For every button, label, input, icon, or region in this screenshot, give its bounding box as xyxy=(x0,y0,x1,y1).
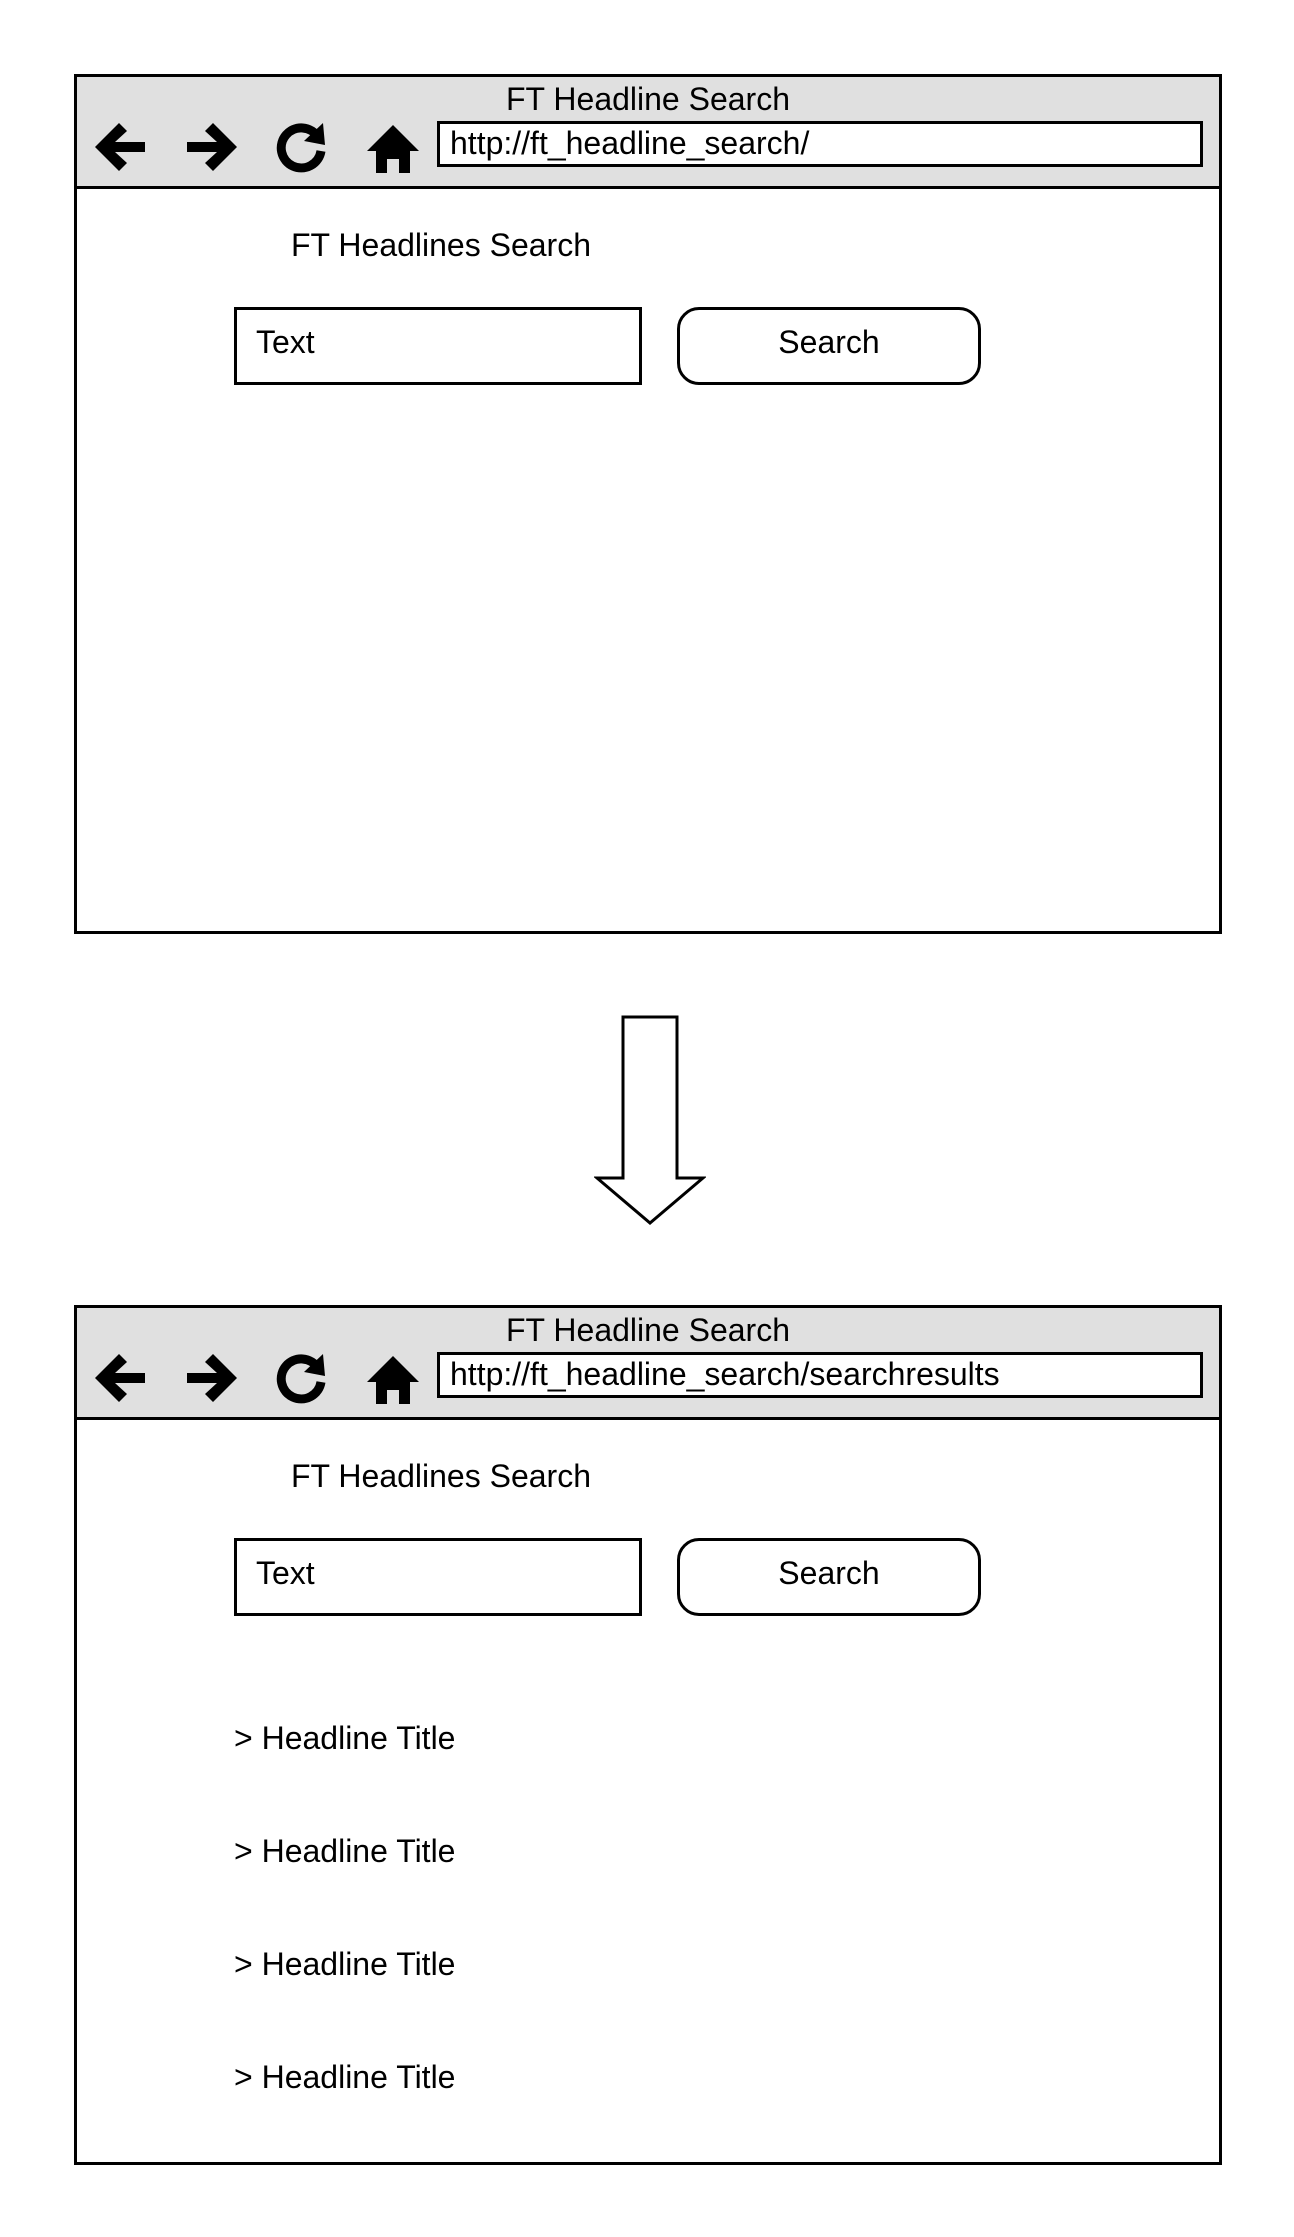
search-input[interactable]: Text xyxy=(234,1538,642,1616)
reload-icon[interactable] xyxy=(271,117,331,177)
search-input[interactable]: Text xyxy=(234,307,642,385)
url-bar[interactable]: http://ft_headline_search/ xyxy=(437,121,1203,167)
result-headline-link[interactable]: > Headline Title xyxy=(234,1831,455,1944)
result-headline-link[interactable]: > Headline Title xyxy=(234,1718,455,1831)
url-bar[interactable]: http://ft_headline_search/searchresults xyxy=(437,1352,1203,1398)
window-title: FT Headline Search xyxy=(506,81,790,117)
browser-window-initial: FT Headline Search http://ft_headline_se… xyxy=(74,74,1222,934)
result-headline-link[interactable]: > Headline Title xyxy=(234,1944,455,2057)
page-title: FT Headlines Search xyxy=(291,227,591,263)
flow-down-arrow xyxy=(594,1015,706,1225)
results-list: > Headline Title > Headline Title > Head… xyxy=(234,1718,455,2170)
page-title: FT Headlines Search xyxy=(291,1458,591,1494)
home-icon[interactable] xyxy=(363,117,423,177)
result-headline-link[interactable]: > Headline Title xyxy=(234,2057,455,2170)
browser-window-results: FT Headline Search http://ft_headline_se… xyxy=(74,1305,1222,2165)
forward-arrow-icon[interactable] xyxy=(183,1348,243,1408)
home-icon[interactable] xyxy=(363,1348,423,1408)
window-title: FT Headline Search xyxy=(506,1312,790,1348)
browser-toolbar: FT Headline Search http://ft_headline_se… xyxy=(77,1308,1219,1420)
browser-toolbar: FT Headline Search http://ft_headline_se… xyxy=(77,77,1219,189)
search-button[interactable]: Search xyxy=(677,307,981,385)
reload-icon[interactable] xyxy=(271,1348,331,1408)
search-button[interactable]: Search xyxy=(677,1538,981,1616)
back-arrow-icon[interactable] xyxy=(89,1348,149,1408)
back-arrow-icon[interactable] xyxy=(89,117,149,177)
forward-arrow-icon[interactable] xyxy=(183,117,243,177)
